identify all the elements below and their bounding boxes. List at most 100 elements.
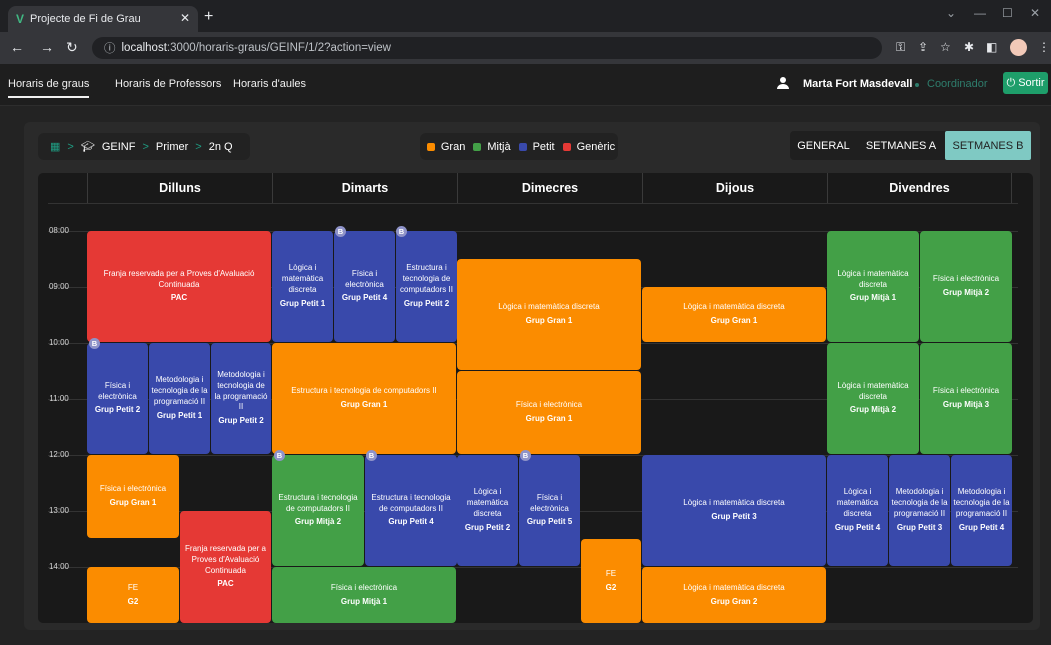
schedule-event[interactable]: Lògica i matemàtica discreta Grup Petit 1 xyxy=(272,231,333,342)
legend-label-petit: Petit xyxy=(532,140,555,153)
event-group: Grup Petit 2 xyxy=(464,522,511,532)
schedule-event[interactable]: Metodologia i tecnologia de la programac… xyxy=(951,455,1012,566)
schedule-event[interactable]: Lògica i matemàtica discreta Grup Mitjà 1 xyxy=(827,231,919,342)
tab-title: Projecte de Fi de Grau xyxy=(30,13,141,25)
menu-dots-icon[interactable]: ⋮ xyxy=(1038,40,1050,54)
event-group: G2 xyxy=(127,596,139,606)
schedule-event[interactable]: Lògica i matemàtica discreta Grup Gran 2 xyxy=(642,567,826,623)
schedule-event[interactable]: Física i electrònica Grup Mitjà 3 xyxy=(920,343,1012,454)
user-role: Coordinador xyxy=(927,78,988,90)
schedule-event[interactable]: Lògica i matemàtica discreta Grup Petit 3 xyxy=(642,455,826,566)
event-title: Metodologia i tecnologia de la programac… xyxy=(953,487,1010,518)
share-icon[interactable]: ⇪ xyxy=(918,40,928,54)
event-group: Grup Mitjà 2 xyxy=(294,517,342,527)
time-label: 12:00 xyxy=(48,450,70,459)
schedule-event[interactable]: Lògica i matemàtica discreta Grup Petit 2 xyxy=(457,455,518,566)
tab-setmanes-b[interactable]: SETMANES B xyxy=(945,131,1031,160)
event-group: Grup Petit 4 xyxy=(834,522,881,532)
back-icon[interactable]: ← xyxy=(10,39,24,55)
schedule-event[interactable]: Física i electrònica Grup Gran 1 xyxy=(87,455,179,538)
url-path: :3000/horaris-graus/GEINF/1/2?action=vie… xyxy=(166,42,391,54)
tab-setmanes-a[interactable]: SETMANES A xyxy=(857,131,945,160)
event-group: Grup Petit 4 xyxy=(388,517,434,527)
bookmark-star-icon[interactable]: ☆ xyxy=(940,40,951,54)
address-bar[interactable]: ⓘ localhost:3000/horaris-graus/GEINF/1/2… xyxy=(92,37,882,59)
schedule-event[interactable]: Metodologia i tecnologia de la programac… xyxy=(889,455,950,566)
breadcrumb-degree[interactable]: GEINF xyxy=(102,141,136,153)
minimize-icon[interactable]: — xyxy=(974,6,986,20)
schedule-event[interactable]: Estructura i tecnologia de computadors I… xyxy=(396,231,457,342)
nav-horaris-professors[interactable]: Horaris de Professors xyxy=(115,78,221,90)
schedule-event[interactable]: FE G2 xyxy=(581,539,641,623)
schedule-event[interactable]: Lògica i matemàtica discreta Grup Petit 4 xyxy=(827,455,888,566)
event-group: Grup Petit 2 xyxy=(94,405,141,415)
key-icon[interactable]: ⚿ xyxy=(896,40,905,55)
calendar-icon[interactable]: ▦ xyxy=(50,140,60,153)
maximize-icon[interactable]: ☐ xyxy=(1002,6,1013,20)
tab-search-icon[interactable]: ⌄ xyxy=(946,6,956,20)
event-title: Física i electrònica xyxy=(330,582,398,592)
week-b-badge: B xyxy=(396,226,407,237)
extensions-icon[interactable]: ✱ xyxy=(964,40,974,54)
user-name: Marta Fort Masdevall xyxy=(803,78,913,90)
breadcrumb-course[interactable]: Primer xyxy=(156,141,188,153)
event-group: Grup Mitjà 2 xyxy=(942,288,990,297)
schedule-event[interactable]: Lògica i matemàtica discreta Grup Gran 1 xyxy=(457,259,641,370)
sidepanel-icon[interactable]: ◧ xyxy=(986,40,997,54)
legend-label-gran: Gran xyxy=(440,140,466,153)
window-close-icon[interactable]: ✕ xyxy=(1030,6,1040,20)
event-title: Lògica i matemàtica discreta xyxy=(683,302,785,312)
grid-line xyxy=(48,203,1018,204)
schedule-event[interactable]: Física i electrònica Grup Mitjà 2 xyxy=(920,231,1012,342)
browser-tab[interactable]: V Projecte de Fi de Grau ✕ xyxy=(8,6,198,32)
close-tab-icon[interactable]: ✕ xyxy=(180,11,190,25)
event-title: Física i electrònica xyxy=(345,268,384,289)
schedule-event[interactable]: Metodologia i tecnologia de la programac… xyxy=(149,343,210,454)
forward-icon[interactable]: → xyxy=(40,39,54,55)
event-group: Grup Gran 2 xyxy=(710,596,758,606)
schedule-event[interactable]: Franja reservada per a Proves d'Avaluaci… xyxy=(180,511,271,623)
separator-dot xyxy=(915,83,919,87)
event-group: Grup Petit 2 xyxy=(218,416,264,426)
schedule-event[interactable]: Franja reservada per a Proves d'Avaluaci… xyxy=(87,231,271,342)
event-group: Grup Petit 4 xyxy=(341,293,388,303)
schedule-event[interactable]: FE G2 xyxy=(87,567,179,623)
schedule-event[interactable]: Física i electrònica Grup Gran 1 xyxy=(457,371,641,454)
reload-icon[interactable]: ↻ xyxy=(66,39,78,56)
vue-logo-icon: V xyxy=(16,12,25,26)
event-title: Lògica i matemàtica discreta xyxy=(281,263,324,294)
schedule-event[interactable]: Estructura i tecnologia de computadors I… xyxy=(365,455,457,566)
browser-toolbar: ← → ↻ ⓘ localhost:3000/horaris-graus/GEI… xyxy=(0,32,1051,64)
event-title: Estructura i tecnologia de computadors I… xyxy=(278,492,358,513)
event-title: Física i electrònica xyxy=(932,386,1000,396)
schedule-event[interactable]: Estructura i tecnologia de computadors I… xyxy=(272,455,364,566)
schedule-event[interactable]: Física i electrònica Grup Petit 2 xyxy=(87,343,148,454)
event-group: Grup Petit 2 xyxy=(403,298,450,308)
logout-button[interactable]: ⏻ Sortir xyxy=(1003,72,1048,94)
time-label: 08:00 xyxy=(48,226,70,235)
schedule-event[interactable]: Metodologia i tecnologia de la programac… xyxy=(211,343,271,454)
event-group: PAC xyxy=(217,579,234,589)
power-icon: ⏻ xyxy=(1006,76,1016,89)
event-group: PAC xyxy=(170,293,188,303)
schedule-event[interactable]: Lògica i matemàtica discreta Grup Mitjà 2 xyxy=(827,343,919,454)
breadcrumb-term[interactable]: 2n Q xyxy=(209,141,233,153)
event-group: Grup Petit 1 xyxy=(156,410,203,420)
event-group: Grup Petit 4 xyxy=(958,522,1005,532)
event-title: Lògica i matemàtica discreta xyxy=(836,487,879,518)
group-legend: Gran Mitjà Petit Genèric xyxy=(420,133,618,160)
schedule-event[interactable]: Estructura i tecnologia de computadors I… xyxy=(272,343,456,454)
time-label: 13:00 xyxy=(48,506,70,515)
nav-horaris-aules[interactable]: Horaris d'aules xyxy=(233,78,306,90)
schedule-event[interactable]: Física i electrònica Grup Petit 4 xyxy=(334,231,395,342)
schedule-event[interactable]: Física i electrònica Grup Petit 5 xyxy=(519,455,580,566)
profile-avatar[interactable] xyxy=(1010,39,1027,56)
nav-horaris-graus[interactable]: Horaris de graus xyxy=(8,78,90,98)
event-title: FE xyxy=(605,568,617,578)
schedule-event[interactable]: Física i electrònica Grup Mitjà 1 xyxy=(272,567,456,623)
new-tab-icon[interactable]: + xyxy=(204,8,213,26)
site-info-icon[interactable]: ⓘ xyxy=(104,40,116,56)
tab-general[interactable]: GENERAL xyxy=(790,131,857,160)
schedule-event[interactable]: Lògica i matemàtica discreta Grup Gran 1 xyxy=(642,287,826,342)
schedule-panel: ▦ > 🎓︎ GEINF > Primer > 2n Q Gran Mitjà … xyxy=(24,122,1040,630)
